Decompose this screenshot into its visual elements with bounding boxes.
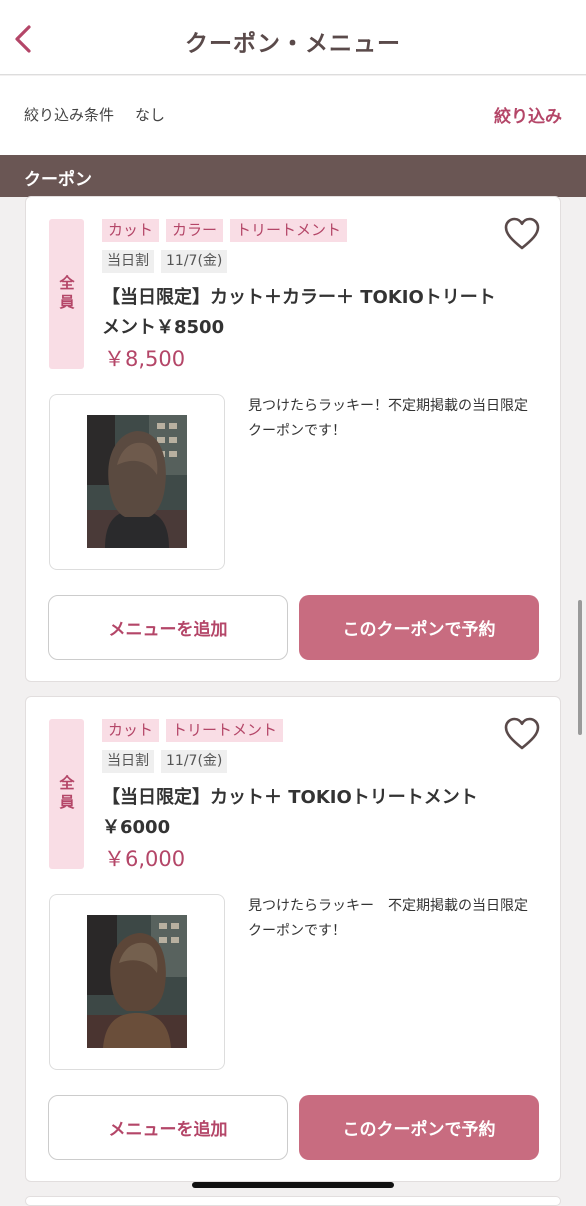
chip-same-day: 当日割 (102, 250, 154, 273)
target-badge: 全員 (49, 219, 84, 369)
favorite-button[interactable] (504, 217, 540, 251)
coupon-price: ￥8,500 (104, 347, 186, 371)
scrollbar[interactable] (578, 600, 582, 735)
coupon-card: 全員 カット カラー トリートメント 当日割 11/7(金) 【当日限定】カット… (25, 196, 561, 682)
tag-cut: カット (102, 719, 160, 742)
heart-outline-icon (504, 717, 540, 750)
coupon-photo-frame[interactable] (49, 894, 225, 1070)
coupon-photo-frame[interactable] (49, 394, 225, 570)
coupon-name[interactable]: 【当日限定】カット＋カラー＋ TOKIOトリートメント￥8500 (102, 283, 507, 343)
coupon-name[interactable]: 【当日限定】カット＋ TOKIOトリートメント￥6000 (102, 783, 507, 843)
reserve-coupon-button[interactable]: このクーポンで予約 (299, 595, 539, 660)
filter-condition-label: 絞り込み条件 (24, 106, 115, 124)
coupon-description: 見つけたらラッキー 不定期掲載の当日限定クーポンです！ (248, 898, 528, 939)
target-badge-text: 全員 (57, 275, 76, 313)
section-title: クーポン (24, 170, 92, 190)
filter-button[interactable]: 絞り込み (494, 102, 562, 127)
tag-cut: カット (102, 219, 160, 242)
page-title: クーポン・メニュー (185, 31, 401, 57)
reserve-coupon-button[interactable]: このクーポンで予約 (299, 1095, 539, 1160)
coupon-card: 全員 カット トリートメント 当日割 11/7(金) 【当日限定】カット＋ TO… (25, 696, 561, 1182)
chip-same-day: 当日割 (102, 750, 154, 773)
condition-chips: 当日割 11/7(金) (102, 750, 228, 773)
tag-treatment: トリートメント (166, 719, 284, 742)
filter-bar: 絞り込み条件 なし 絞り込み (0, 76, 586, 155)
filter-condition-value: なし (135, 106, 166, 124)
home-indicator[interactable] (192, 1182, 394, 1188)
chip-date: 11/7(金) (161, 250, 228, 273)
coupon-description: 見つけたらラッキー！不定期掲載の当日限定クーポンです！ (248, 398, 528, 439)
condition-chips: 当日割 11/7(金) (102, 250, 228, 273)
target-badge: 全員 (49, 719, 84, 869)
heart-outline-icon (504, 217, 540, 250)
chip-date: 11/7(金) (161, 750, 228, 773)
app-header: クーポン・メニュー (0, 0, 586, 75)
hairstyle-photo (87, 415, 187, 548)
coupon-price: ￥6,000 (104, 847, 186, 871)
next-coupon-card (25, 1196, 561, 1206)
hairstyle-photo (87, 915, 187, 1048)
tag-treatment: トリートメント (230, 219, 348, 242)
favorite-button[interactable] (504, 717, 540, 751)
category-tags: カット トリートメント (102, 719, 284, 742)
add-menu-button[interactable]: メニューを追加 (48, 595, 288, 660)
add-menu-button[interactable]: メニューを追加 (48, 1095, 288, 1160)
category-tags: カット カラー トリートメント (102, 219, 348, 242)
coupon-section-header: クーポン (0, 155, 586, 197)
tag-color: カラー (166, 219, 224, 242)
target-badge-text: 全員 (57, 775, 76, 813)
